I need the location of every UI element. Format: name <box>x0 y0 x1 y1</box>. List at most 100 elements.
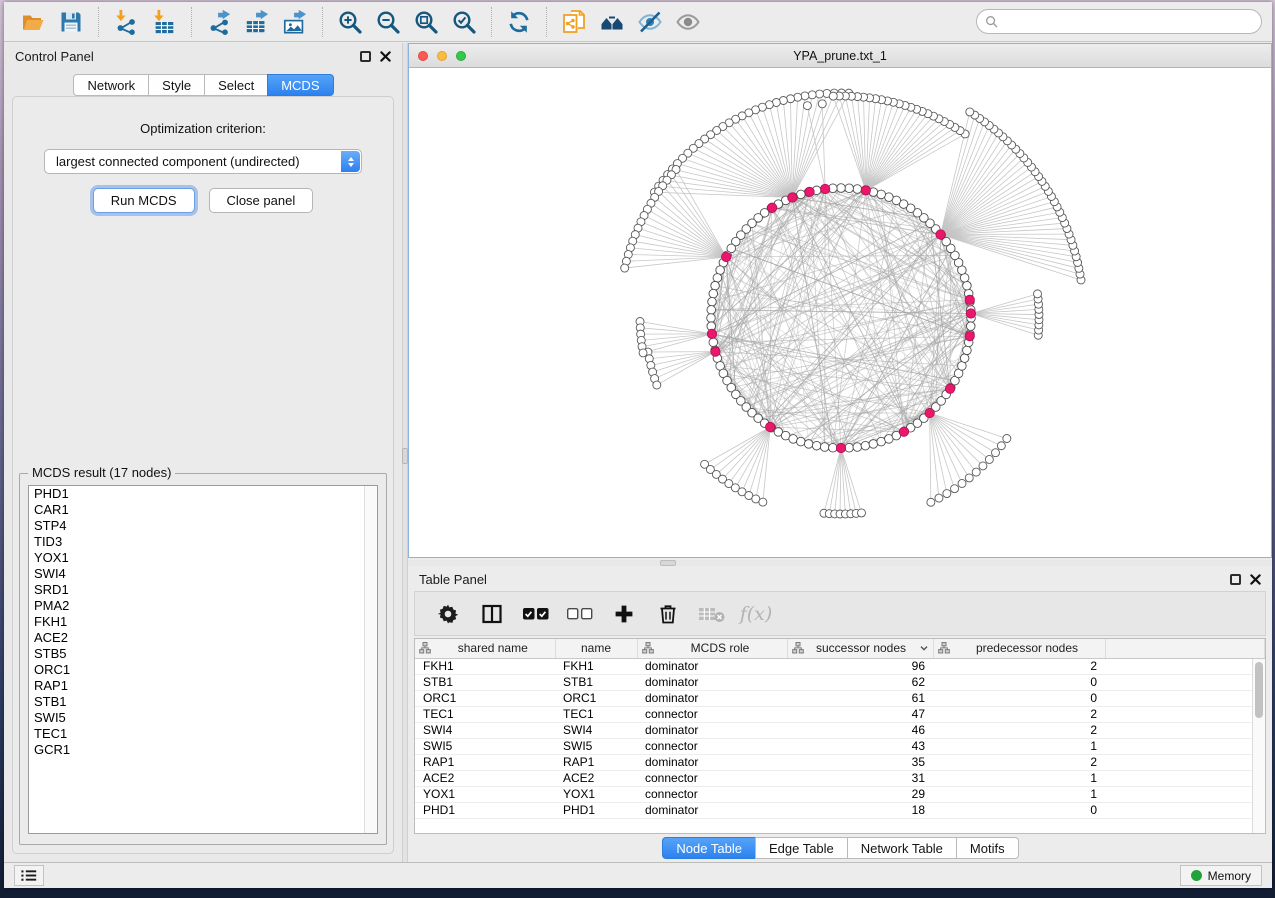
tab-node-table[interactable]: Node Table <box>662 837 756 859</box>
float-panel-icon[interactable] <box>1230 574 1241 585</box>
table-cell: TEC1 <box>555 706 637 722</box>
table-cell: 0 <box>933 802 1105 818</box>
tab-motifs[interactable]: Motifs <box>956 837 1019 859</box>
table-cell: dominator <box>637 722 787 738</box>
add-column-button[interactable] <box>607 598 641 630</box>
clone-network-button[interactable] <box>556 6 592 38</box>
table-cell: ORC1 <box>415 690 555 706</box>
hide-selected-button[interactable] <box>632 6 668 38</box>
mcds-result-item[interactable]: TID3 <box>29 534 377 550</box>
run-mcds-button[interactable]: Run MCDS <box>93 188 195 213</box>
column-header-name[interactable]: name <box>555 639 637 658</box>
select-all-button[interactable] <box>519 598 553 630</box>
table-scrollbar[interactable] <box>1252 659 1265 833</box>
mcds-result-item[interactable]: STB1 <box>29 694 377 710</box>
table-cell: 47 <box>787 706 933 722</box>
first-neighbors-button[interactable] <box>594 6 630 38</box>
delete-columns-button[interactable] <box>651 598 685 630</box>
table-row[interactable]: PHD1PHD1dominator180 <box>415 802 1265 818</box>
toggle-panel-button[interactable] <box>475 598 509 630</box>
network-view-titlebar[interactable]: YPA_prune.txt_1 <box>409 44 1271 68</box>
table-cell: 2 <box>933 754 1105 770</box>
zoom-fit-button[interactable] <box>408 6 444 38</box>
table-row[interactable]: TEC1TEC1connector472 <box>415 706 1265 722</box>
close-window-icon[interactable] <box>418 51 428 61</box>
table-row[interactable]: YOX1YOX1connector291 <box>415 786 1265 802</box>
export-image-button[interactable] <box>277 6 313 38</box>
table-row[interactable]: STB1STB1dominator620 <box>415 674 1265 690</box>
table-cell: dominator <box>637 658 787 674</box>
tab-style[interactable]: Style <box>148 74 205 96</box>
mcds-result-item[interactable]: PHD1 <box>29 486 377 502</box>
mcds-result-item[interactable]: FKH1 <box>29 614 377 630</box>
mcds-result-list[interactable]: PHD1CAR1STP4TID3YOX1SWI4SRD1PMA2FKH1ACE2… <box>28 485 378 834</box>
mcds-result-item[interactable]: SWI5 <box>29 710 377 726</box>
mcds-result-item[interactable]: YOX1 <box>29 550 377 566</box>
search-input[interactable] <box>976 9 1262 34</box>
tab-select[interactable]: Select <box>204 74 268 96</box>
column-header-successor-nodes[interactable]: successor nodes <box>787 639 933 658</box>
task-history-button[interactable] <box>14 865 44 886</box>
tab-network-table[interactable]: Network Table <box>847 837 957 859</box>
table-row[interactable]: ACE2ACE2connector311 <box>415 770 1265 786</box>
mcds-result-item[interactable]: GCR1 <box>29 742 377 758</box>
clone-network-icon <box>561 9 587 35</box>
mcds-result-item[interactable]: CAR1 <box>29 502 377 518</box>
mcds-result-item[interactable]: ACE2 <box>29 630 377 646</box>
import-network-button[interactable] <box>108 6 144 38</box>
close-panel-icon[interactable] <box>1250 574 1261 585</box>
mcds-result-item[interactable]: STB5 <box>29 646 377 662</box>
status-bar: Memory <box>4 862 1272 888</box>
tab-edge-table[interactable]: Edge Table <box>755 837 848 859</box>
memory-button[interactable]: Memory <box>1180 865 1262 886</box>
mcds-result-item[interactable]: RAP1 <box>29 678 377 694</box>
close-panel-icon[interactable] <box>380 51 391 62</box>
tab-network[interactable]: Network <box>73 74 149 96</box>
column-header-MCDS-role[interactable]: MCDS role <box>637 639 787 658</box>
table-cell: 61 <box>787 690 933 706</box>
zoom-selected-button[interactable] <box>446 6 482 38</box>
table-cell: ACE2 <box>555 770 637 786</box>
show-all-button[interactable] <box>670 6 706 38</box>
float-panel-icon[interactable] <box>360 51 371 62</box>
optimization-select[interactable]: largest connected component (undirected) <box>44 149 362 174</box>
first-neighbors-icon <box>599 9 625 35</box>
table-row[interactable]: FKH1FKH1dominator962 <box>415 658 1265 674</box>
mcds-result-item[interactable]: PMA2 <box>29 598 377 614</box>
table-cell: ORC1 <box>555 690 637 706</box>
app-window: Control Panel NetworkStyleSelectMCDS Opt… <box>4 2 1272 888</box>
deselect-all-button[interactable] <box>563 598 597 630</box>
table-scrollbar-thumb[interactable] <box>1255 662 1263 718</box>
close-panel-button[interactable]: Close panel <box>209 188 314 213</box>
mcds-result-item[interactable]: STP4 <box>29 518 377 534</box>
refresh-button[interactable] <box>501 6 537 38</box>
save-session-button[interactable] <box>53 6 89 38</box>
zoom-out-button[interactable] <box>370 6 406 38</box>
column-header-predecessor-nodes[interactable]: predecessor nodes <box>933 639 1105 658</box>
save-session-icon <box>58 9 84 35</box>
export-network-button[interactable] <box>201 6 237 38</box>
network-canvas[interactable] <box>409 68 1271 557</box>
zoom-selected-icon <box>451 9 477 35</box>
mcds-result-item[interactable]: SRD1 <box>29 582 377 598</box>
mcds-list-scrollbar[interactable] <box>364 486 377 833</box>
table-cell: SWI4 <box>415 722 555 738</box>
import-table-button[interactable] <box>146 6 182 38</box>
export-table-button[interactable] <box>239 6 275 38</box>
control-panel-tabs: NetworkStyleSelectMCDS <box>4 74 402 96</box>
open-session-button[interactable] <box>15 6 51 38</box>
table-row[interactable]: SWI4SWI4dominator462 <box>415 722 1265 738</box>
mcds-result-item[interactable]: ORC1 <box>29 662 377 678</box>
mcds-result-item[interactable]: TEC1 <box>29 726 377 742</box>
zoom-in-button[interactable] <box>332 6 368 38</box>
export-network-icon <box>206 9 232 35</box>
table-row[interactable]: ORC1ORC1dominator610 <box>415 690 1265 706</box>
table-row[interactable]: RAP1RAP1dominator352 <box>415 754 1265 770</box>
settings-button[interactable] <box>431 598 465 630</box>
maximize-window-icon[interactable] <box>456 51 466 61</box>
mcds-result-item[interactable]: SWI4 <box>29 566 377 582</box>
minimize-window-icon[interactable] <box>437 51 447 61</box>
column-header-shared-name[interactable]: shared name <box>415 639 555 658</box>
table-row[interactable]: SWI5SWI5connector431 <box>415 738 1265 754</box>
tab-mcds[interactable]: MCDS <box>267 74 333 96</box>
